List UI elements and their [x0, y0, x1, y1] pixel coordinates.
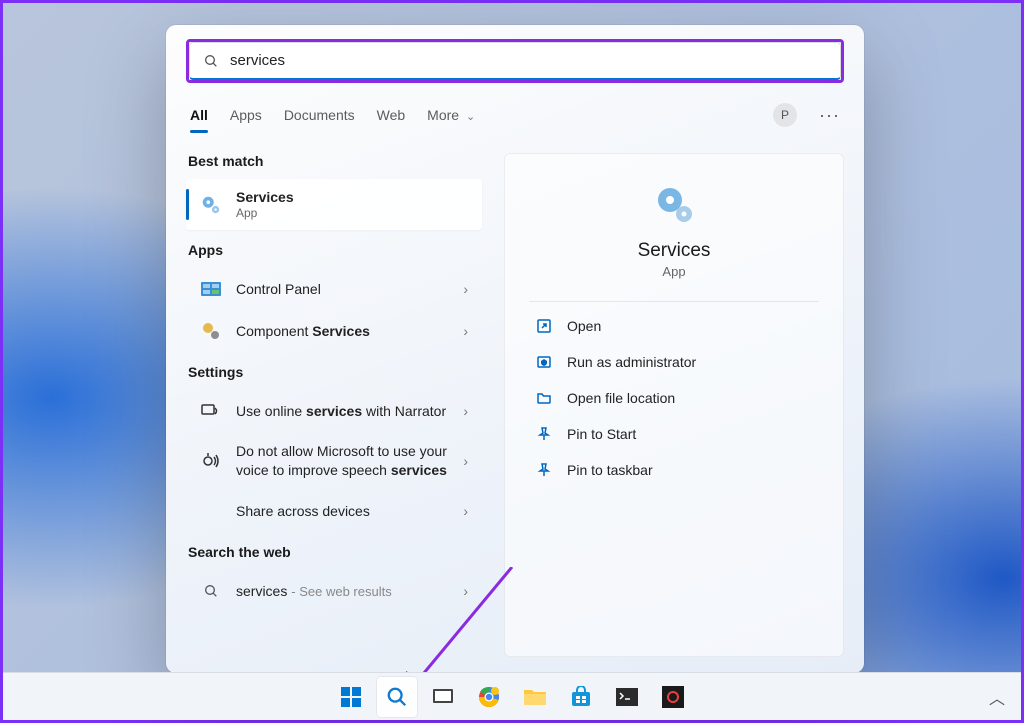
detail-subtitle: App	[529, 264, 819, 279]
search-box[interactable]	[189, 42, 841, 80]
chevron-right-icon: ›	[463, 323, 468, 339]
profile-avatar[interactable]: P	[773, 103, 797, 127]
result-label: Use online services with Narrator	[236, 403, 446, 419]
action-open[interactable]: Open	[529, 308, 819, 344]
taskbar-app-button[interactable]	[653, 677, 693, 717]
action-label: Run as administrator	[567, 354, 696, 370]
narrator-icon	[200, 400, 222, 422]
folder-icon	[535, 389, 553, 407]
divider	[529, 301, 819, 302]
more-options-button[interactable]: ···	[819, 105, 840, 126]
gears-large-icon	[652, 182, 696, 226]
section-best-match: Best match	[188, 153, 482, 169]
action-pin-taskbar[interactable]: Pin to taskbar	[529, 452, 819, 488]
speech-icon	[200, 450, 222, 472]
taskbar-explorer-button[interactable]	[515, 677, 555, 717]
search-icon	[200, 580, 222, 602]
pin-icon	[535, 425, 553, 443]
tab-all[interactable]: All	[190, 107, 208, 123]
open-icon	[535, 317, 553, 335]
taskbar-chrome-button[interactable]	[469, 677, 509, 717]
action-label: Pin to Start	[567, 426, 636, 442]
action-pin-start[interactable]: Pin to Start	[529, 416, 819, 452]
tab-documents[interactable]: Documents	[284, 107, 355, 123]
result-label: Control Panel	[236, 281, 321, 297]
result-title: Services	[236, 189, 294, 205]
result-speech-services[interactable]: Do not allow Microsoft to use your voice…	[186, 432, 482, 490]
tab-apps[interactable]: Apps	[230, 107, 262, 123]
tab-more[interactable]: More ⌄	[427, 107, 475, 123]
taskbar-taskview-button[interactable]	[423, 677, 463, 717]
control-panel-icon	[200, 278, 222, 300]
action-run-admin[interactable]: Run as administrator	[529, 344, 819, 380]
result-subtitle: App	[236, 206, 294, 220]
tray-chevron-up-icon[interactable]: ︿	[989, 685, 1005, 709]
detail-title: Services	[529, 240, 819, 262]
section-web: Search the web	[188, 544, 482, 560]
chevron-right-icon: ›	[463, 403, 468, 419]
search-input[interactable]	[230, 52, 830, 69]
chevron-right-icon: ›	[463, 453, 468, 469]
result-narrator-services[interactable]: Use online services with Narrator ›	[186, 390, 482, 432]
result-services-app[interactable]: Services App	[186, 179, 482, 230]
start-button[interactable]	[331, 677, 371, 717]
section-settings: Settings	[188, 364, 482, 380]
result-label: Component Services	[236, 323, 370, 339]
chevron-down-icon: ⌄	[466, 111, 475, 123]
taskbar-search-button[interactable]	[377, 677, 417, 717]
result-share-devices[interactable]: Share across devices ›	[186, 490, 482, 532]
gears-icon	[200, 194, 222, 216]
search-panel: All Apps Documents Web More ⌄ P ··· Best…	[166, 25, 864, 673]
taskbar-terminal-button[interactable]	[607, 677, 647, 717]
action-open-location[interactable]: Open file location	[529, 380, 819, 416]
search-icon	[200, 50, 222, 72]
result-label: Do not allow Microsoft to use your voice…	[236, 442, 449, 480]
taskbar-store-button[interactable]	[561, 677, 601, 717]
search-highlight-box	[186, 39, 844, 83]
result-label: services - See web results	[236, 583, 392, 599]
blank-icon	[200, 500, 222, 522]
taskbar: ︿	[3, 672, 1021, 720]
action-label: Open	[567, 318, 601, 334]
detail-pane: Services App Open Run as administrator O	[504, 153, 844, 657]
results-column: Best match Services App Apps Control Pan…	[186, 153, 482, 657]
result-component-services[interactable]: Component Services ›	[186, 310, 482, 352]
chevron-right-icon: ›	[463, 503, 468, 519]
component-services-icon	[200, 320, 222, 342]
action-label: Pin to taskbar	[567, 462, 653, 478]
action-label: Open file location	[567, 390, 675, 406]
result-control-panel[interactable]: Control Panel ›	[186, 268, 482, 310]
chevron-right-icon: ›	[463, 583, 468, 599]
tab-web[interactable]: Web	[377, 107, 406, 123]
result-label: Share across devices	[236, 503, 370, 519]
pin-icon	[535, 461, 553, 479]
chevron-right-icon: ›	[463, 281, 468, 297]
result-web-search[interactable]: services - See web results ›	[186, 570, 482, 612]
section-apps: Apps	[188, 242, 482, 258]
shield-icon	[535, 353, 553, 371]
filter-tabs: All Apps Documents Web More ⌄ P ···	[186, 89, 844, 137]
